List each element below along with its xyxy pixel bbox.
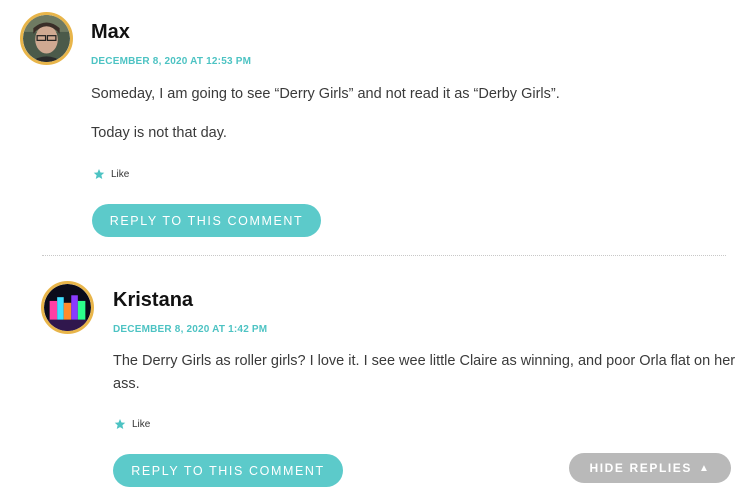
comment-date-link[interactable]: DECEMBER 8, 2020 AT 1:42 PM: [113, 324, 267, 335]
star-icon: [93, 169, 105, 179]
reply-button[interactable]: REPLY TO THIS COMMENT: [113, 454, 343, 487]
comment-date-link[interactable]: DECEMBER 8, 2020 AT 12:53 PM: [91, 56, 251, 67]
avatar[interactable]: [41, 281, 94, 334]
comment-author[interactable]: Kristana: [113, 289, 193, 312]
star-icon: [114, 419, 126, 429]
comment-text: Today is not that day.: [91, 125, 227, 141]
caret-up-icon: ▲: [699, 462, 711, 474]
user-avatar-photo-icon: [23, 15, 70, 62]
comment-text: Someday, I am going to see “Derry Girls”…: [91, 86, 560, 102]
comment-author[interactable]: Max: [91, 21, 130, 44]
like-button[interactable]: Like: [93, 168, 129, 180]
colorful-lights-avatar-icon: [44, 284, 91, 331]
hide-replies-label: HIDE REPLIES: [589, 461, 693, 475]
comment-text: ass.: [113, 376, 140, 392]
divider: [42, 255, 726, 256]
avatar[interactable]: [20, 12, 73, 65]
hide-replies-button[interactable]: HIDE REPLIES ▲: [569, 453, 731, 483]
reply-button[interactable]: REPLY TO THIS COMMENT: [92, 204, 321, 237]
comment-text: The Derry Girls as roller girls? I love …: [113, 353, 736, 369]
like-label: Like: [132, 418, 151, 430]
like-label: Like: [111, 168, 130, 180]
like-button[interactable]: Like: [114, 418, 150, 430]
